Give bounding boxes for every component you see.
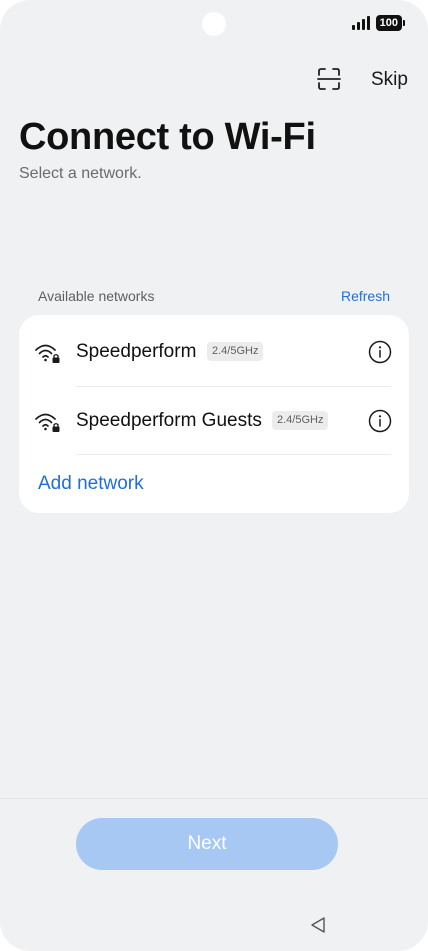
- page-title: Connect to Wi-Fi: [19, 116, 316, 158]
- footer-divider: [0, 798, 428, 799]
- qr-scan-icon[interactable]: [317, 67, 341, 91]
- skip-button[interactable]: Skip: [371, 69, 408, 91]
- add-network-button[interactable]: Add network: [38, 473, 144, 495]
- status-bar: 100: [351, 15, 406, 31]
- battery-level: 100: [379, 17, 398, 29]
- network-name: Speedperform: [76, 341, 197, 362]
- refresh-button[interactable]: Refresh: [341, 288, 390, 304]
- info-icon[interactable]: [368, 340, 392, 364]
- available-networks-label: Available networks: [38, 288, 155, 304]
- wifi-lock-icon: [35, 344, 60, 363]
- page-subtitle: Select a network.: [19, 165, 142, 182]
- network-item[interactable]: Speedperform Guests 2.4/5GHz: [19, 386, 409, 456]
- info-icon[interactable]: [368, 409, 392, 433]
- network-item[interactable]: Speedperform 2.4/5GHz: [19, 317, 409, 387]
- next-button[interactable]: Next: [76, 818, 338, 870]
- battery-icon: 100: [375, 15, 406, 31]
- wifi-lock-icon: [35, 413, 60, 432]
- network-name: Speedperform Guests: [76, 410, 262, 431]
- band-badge: 2.4/5GHz: [272, 411, 329, 430]
- signal-icon: [351, 16, 370, 30]
- networks-card: Speedperform 2.4/5GHz Speedperform Guest…: [19, 315, 409, 513]
- camera-cutout: [202, 12, 226, 36]
- back-nav-icon[interactable]: [310, 916, 326, 934]
- list-divider: [76, 454, 391, 455]
- band-badge: 2.4/5GHz: [207, 342, 264, 361]
- device-screen: 100 Skip Connect to Wi-Fi Select a netwo…: [0, 0, 428, 951]
